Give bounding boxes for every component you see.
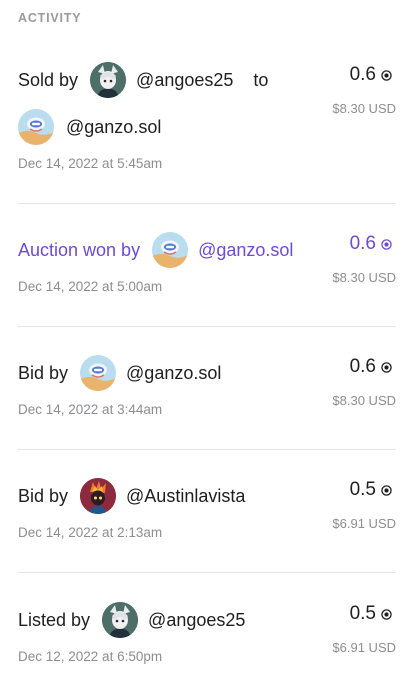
- sol-coin-icon: [381, 362, 392, 373]
- usd-value: $6.91 USD: [332, 640, 396, 655]
- usd-value: $8.30 USD: [332, 393, 396, 408]
- timestamp: Dec 14, 2022 at 5:45am: [18, 156, 163, 171]
- sol-coin-icon: [381, 70, 392, 81]
- actor-link[interactable]: @Austinlavista: [126, 486, 245, 507]
- activity-verb: Bid by: [18, 485, 69, 506]
- timestamp: Dec 14, 2022 at 3:44am: [18, 402, 163, 417]
- ganzo-avatar-icon[interactable]: [18, 109, 54, 145]
- amount: 0.5: [349, 603, 376, 624]
- timestamp: Dec 14, 2022 at 2:13am: [18, 525, 163, 540]
- activity-verb: Auction won by: [18, 239, 141, 260]
- connector-text: to: [253, 69, 269, 90]
- angoes25-avatar-icon[interactable]: [102, 602, 138, 638]
- actor-link[interactable]: @angoes25: [148, 610, 245, 631]
- ganzo-avatar-icon[interactable]: [80, 355, 116, 391]
- divider: [18, 572, 396, 573]
- angoes25-avatar-icon[interactable]: [90, 62, 126, 98]
- activity-verb: Sold by: [18, 69, 79, 90]
- divider: [18, 326, 396, 327]
- divider: [18, 203, 396, 204]
- usd-value: $8.30 USD: [332, 270, 396, 285]
- sol-coin-icon: [381, 485, 392, 496]
- usd-value: $6.91 USD: [332, 516, 396, 531]
- timestamp: Dec 14, 2022 at 5:00am: [18, 279, 163, 294]
- sol-coin-icon: [381, 609, 392, 620]
- sol-coin-icon: [381, 239, 392, 250]
- actor-link[interactable]: @ganzo.sol: [126, 363, 221, 384]
- austinlavista-avatar-icon[interactable]: [80, 478, 116, 514]
- amount: 0.6: [349, 233, 376, 254]
- timestamp: Dec 12, 2022 at 6:50pm: [18, 649, 163, 664]
- activity-header: ACTIVITY: [18, 11, 82, 25]
- activity-verb: Bid by: [18, 362, 69, 383]
- recipient-link[interactable]: @ganzo.sol: [66, 117, 161, 138]
- amount: 0.6: [349, 64, 376, 85]
- ganzo-avatar-icon[interactable]: [152, 232, 188, 268]
- actor-link[interactable]: @ganzo.sol: [198, 240, 293, 261]
- amount: 0.5: [349, 479, 376, 500]
- activity-verb: Listed by: [18, 609, 91, 630]
- amount: 0.6: [349, 356, 376, 377]
- actor-link[interactable]: @angoes25: [136, 70, 233, 91]
- divider: [18, 449, 396, 450]
- usd-value: $8.30 USD: [332, 101, 396, 116]
